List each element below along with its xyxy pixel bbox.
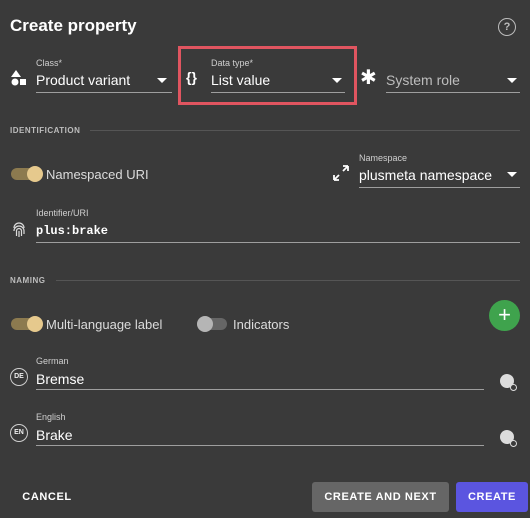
namespace-select-value[interactable]: plusmeta namespace	[359, 167, 492, 183]
data-type-select-underline	[211, 92, 345, 93]
system-role-select-underline	[386, 92, 520, 93]
namespace-select-underline	[359, 187, 520, 188]
fingerprint-icon	[11, 222, 27, 238]
class-field-label: Class*	[36, 58, 63, 68]
class-select-underline	[36, 92, 172, 93]
identifier-field-label: Identifier/URI	[36, 208, 89, 218]
language-badge-de: DE	[10, 368, 28, 386]
german-label-input[interactable]: Bremse	[36, 371, 84, 387]
expand-arrows-icon	[333, 165, 349, 181]
identifier-input[interactable]: plus:brake	[36, 224, 108, 238]
translate-globe-icon-en[interactable]	[500, 430, 517, 447]
english-input-underline	[36, 445, 484, 446]
multi-language-label-toggle[interactable]	[11, 316, 43, 332]
english-field-label: English	[36, 412, 66, 422]
dialog-title: Create property	[10, 16, 137, 35]
data-type-field-label: Data type*	[211, 58, 254, 68]
naming-section-label: NAMING	[10, 276, 46, 285]
asterisk-icon: ✱	[360, 67, 377, 89]
data-type-select-value[interactable]: List value	[211, 72, 270, 88]
naming-divider	[56, 280, 520, 281]
english-label-input[interactable]: Brake	[36, 427, 73, 443]
identification-divider	[90, 130, 520, 131]
class-dropdown-caret-icon[interactable]	[157, 78, 167, 83]
identifier-input-underline	[36, 242, 520, 243]
namespace-field-label: Namespace	[359, 153, 408, 163]
curly-braces-icon: {}	[186, 69, 197, 85]
namespaced-uri-toggle[interactable]	[11, 166, 43, 182]
create-and-next-button[interactable]: CREATE AND NEXT	[312, 482, 449, 512]
namespaced-uri-label: Namespaced URI	[46, 167, 149, 182]
add-language-button[interactable]: +	[489, 300, 520, 331]
data-type-dropdown-caret-icon[interactable]	[332, 78, 342, 83]
indicators-label: Indicators	[233, 317, 290, 332]
class-select-value[interactable]: Product variant	[36, 72, 130, 88]
namespace-dropdown-caret-icon[interactable]	[507, 172, 517, 177]
system-role-dropdown-caret-icon[interactable]	[507, 78, 517, 83]
system-role-select-placeholder[interactable]: System role	[386, 72, 460, 88]
translate-globe-icon-de[interactable]	[500, 374, 517, 391]
cancel-button[interactable]: CANCEL	[12, 483, 82, 511]
identification-section-label: IDENTIFICATION	[10, 126, 81, 135]
help-circle-icon[interactable]: ?	[498, 18, 516, 36]
german-input-underline	[36, 389, 484, 390]
language-badge-en: EN	[10, 424, 28, 442]
german-field-label: German	[36, 356, 69, 366]
create-button[interactable]: CREATE	[456, 482, 528, 512]
indicators-toggle[interactable]	[197, 316, 227, 332]
shapes-icon	[11, 70, 27, 86]
multi-language-label-text: Multi-language label	[46, 317, 163, 332]
